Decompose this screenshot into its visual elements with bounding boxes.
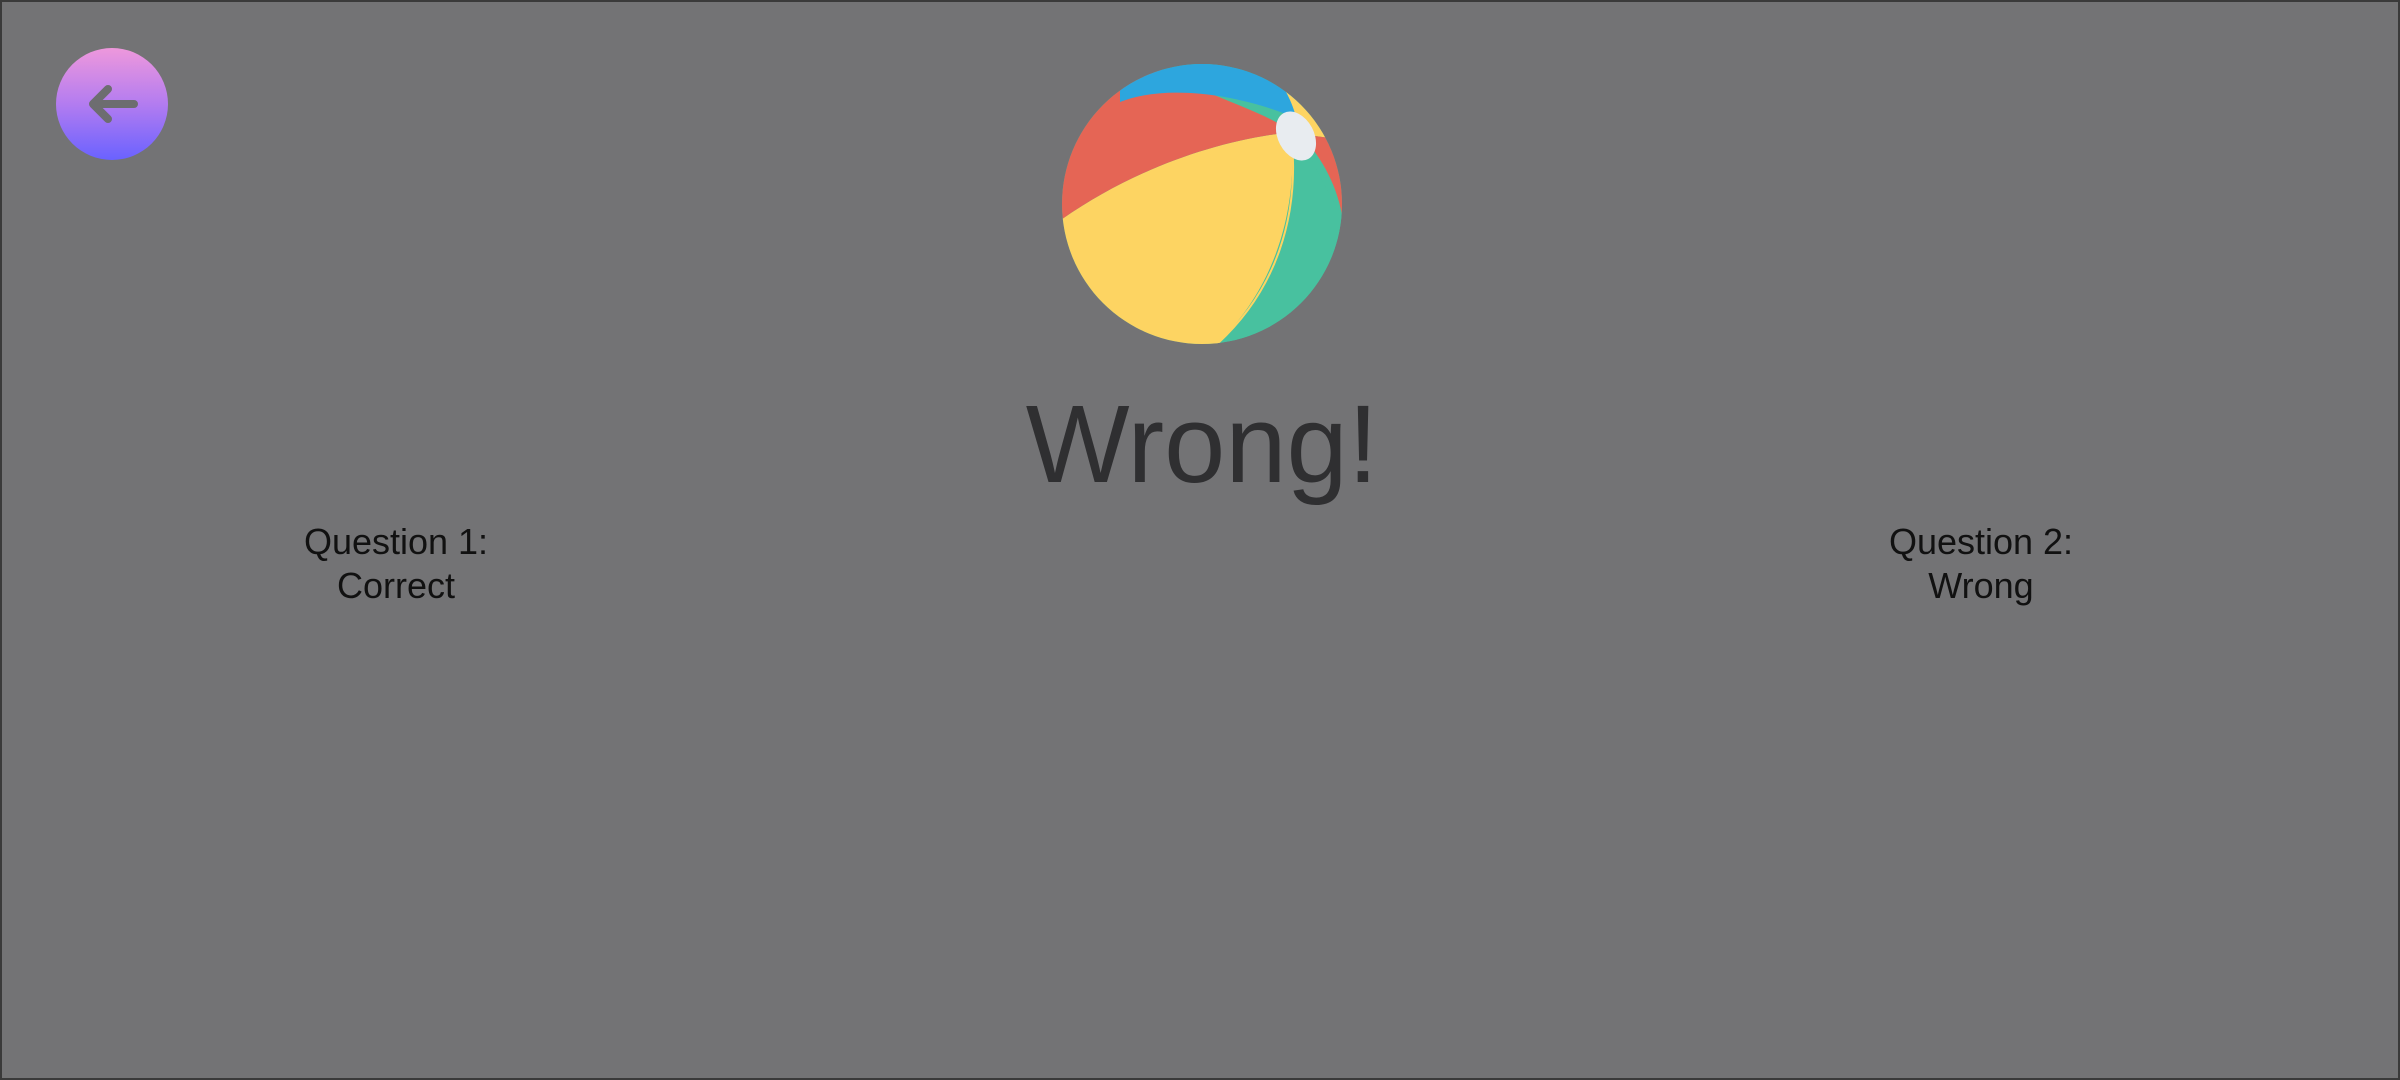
question-2-label: Question 2:: [1888, 521, 2074, 562]
question-1-status: Correct: [336, 565, 456, 606]
back-button[interactable]: [56, 48, 168, 160]
question-1-result: Question 1: Correct: [196, 520, 596, 608]
question-1-label: Question 1:: [303, 521, 489, 562]
question-2-result: Question 2: Wrong: [1781, 520, 2181, 608]
arrow-left-icon: [89, 85, 138, 123]
beach-ball-icon: [1062, 64, 1342, 344]
question-2-status: Wrong: [1928, 565, 2034, 606]
result-title: Wrong!: [1025, 383, 1379, 506]
